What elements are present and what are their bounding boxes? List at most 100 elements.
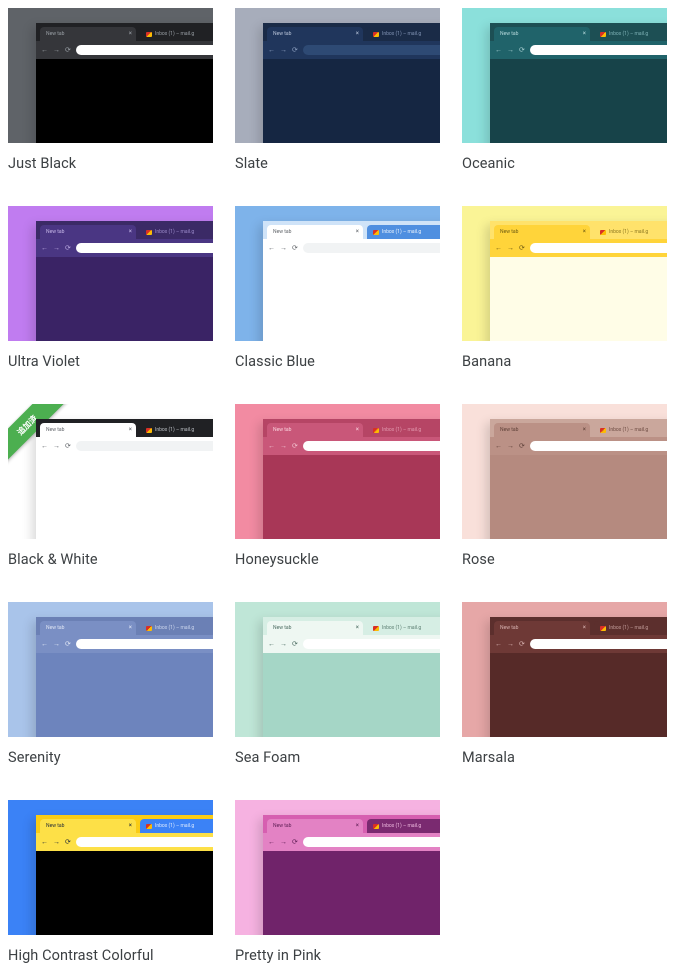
theme-title: Classic Blue [235, 353, 440, 370]
background-tab-label: Inbox (1) – mail.g [609, 625, 648, 631]
back-icon: ← [268, 245, 275, 252]
active-tab-label: New tab [273, 625, 291, 631]
toolbar: ←→⟳ [36, 635, 213, 653]
forward-icon: → [280, 443, 287, 450]
tab-strip: New tab×Inbox (1) – mail.g [263, 221, 440, 239]
active-tab: New tab× [494, 423, 590, 437]
reload-icon: ⟳ [65, 245, 71, 252]
background-tab-label: Inbox (1) – mail.g [382, 229, 421, 235]
tab-strip: New tab×Inbox (1) – mail.g [36, 419, 213, 437]
close-icon: × [129, 823, 132, 829]
omnibox [303, 837, 440, 847]
theme-thumbnail[interactable]: New tab×Inbox (1) – mail.g←→⟳ [8, 602, 213, 737]
theme-card[interactable]: New tab×Inbox (1) – mail.g←→⟳High Contra… [8, 800, 213, 964]
theme-card[interactable]: New tab×Inbox (1) – mail.g←→⟳ Marsala [462, 602, 667, 766]
theme-card[interactable]: New tab×Inbox (1) – mail.g←→⟳ Pretty in P… [235, 800, 440, 964]
tab-strip: New tab× Inbox (1) – mail.g [490, 23, 667, 41]
back-icon: ← [495, 47, 502, 54]
theme-thumbnail[interactable]: New tab×Inbox (1) – mail.g←→⟳ [8, 800, 213, 935]
page-area [490, 653, 667, 737]
browser-preview: New tab×Inbox (1) – mail.g←→⟳ [490, 419, 667, 539]
background-tab-label: Inbox (1) – mail.g [609, 31, 648, 37]
theme-thumbnail[interactable]: New tab×Inbox (1) – mail.g←→⟳ [8, 206, 213, 341]
theme-card[interactable]: 追加済New tab×Inbox (1) – mail.g←→⟳Black & … [8, 404, 213, 568]
gmail-icon [600, 32, 606, 37]
forward-icon: → [507, 47, 514, 54]
gmail-icon [600, 428, 606, 433]
background-tab-label: Inbox (1) – mail.g [155, 229, 194, 235]
page-area [36, 455, 213, 539]
active-tab: New tab× [40, 621, 136, 635]
background-tab-label: Inbox (1) – mail.g [155, 31, 194, 37]
toolbar: ←→⟳ [490, 437, 667, 455]
theme-thumbnail[interactable]: New tab×Inbox (1) – mail.g←→⟳ [462, 404, 667, 539]
active-tab-label: New tab [46, 427, 64, 433]
close-icon: × [356, 229, 359, 235]
omnibox [303, 45, 440, 55]
theme-card[interactable]: New tab×Inbox (1) – mail.g←→⟳Classic Blu… [235, 206, 440, 370]
omnibox [76, 243, 213, 253]
forward-icon: → [280, 47, 287, 54]
reload-icon: ⟳ [292, 641, 298, 648]
theme-card[interactable]: New tab×Inbox (1) – mail.g←→⟳Sea Foam [235, 602, 440, 766]
background-tab: Inbox (1) – mail.g [594, 27, 667, 41]
page-area [263, 851, 440, 935]
theme-thumbnail[interactable]: 追加済New tab×Inbox (1) – mail.g←→⟳ [8, 404, 213, 539]
themes-grid: New tab×Inbox (1) – mail.g←→⟳Just BlackN… [8, 8, 672, 964]
active-tab: New tab× [494, 27, 590, 41]
back-icon: ← [495, 245, 502, 252]
theme-card[interactable]: New tab×Inbox (1) – mail.g←→⟳Honeysuckle [235, 404, 440, 568]
theme-card[interactable]: New tab×Inbox (1) – mail.g←→⟳ Ultra Viole… [8, 206, 213, 370]
background-tab: Inbox (1) – mail.g [140, 27, 213, 41]
theme-thumbnail[interactable]: New tab×Inbox (1) – mail.g←→⟳ [462, 8, 667, 143]
back-icon: ← [495, 443, 502, 450]
active-tab-label: New tab [46, 31, 64, 37]
theme-thumbnail[interactable]: New tab×Inbox (1) – mail.g←→⟳ [235, 206, 440, 341]
browser-preview: New tab×Inbox (1) – mail.g←→⟳ [263, 617, 440, 737]
theme-card[interactable]: New tab×Inbox (1) – mail.g←→⟳Slate [235, 8, 440, 172]
theme-card[interactable]: New tab×Inbox (1) – mail.g←→⟳Serenity [8, 602, 213, 766]
background-tab: Inbox (1) – mail.g [367, 621, 440, 635]
omnibox [530, 45, 667, 55]
tab-strip: New tab×Inbox (1) – mail.g [36, 815, 213, 833]
omnibox [76, 45, 213, 55]
background-tab: Inbox (1) – mail.g [367, 27, 440, 41]
forward-icon: → [507, 443, 514, 450]
theme-title: Pretty in Pink [235, 947, 440, 964]
browser-preview: New tab×Inbox (1) – mail.g←→⟳ [36, 617, 213, 737]
forward-icon: → [280, 245, 287, 252]
toolbar: ←→⟳ [36, 833, 213, 851]
theme-thumbnail[interactable]: New tab×Inbox (1) – mail.g←→⟳ [462, 206, 667, 341]
back-icon: ← [41, 443, 48, 450]
theme-card[interactable]: New tab×Inbox (1) – mail.g←→⟳Oceanic [462, 8, 667, 172]
reload-icon: ⟳ [292, 47, 298, 54]
theme-title: Marsala [462, 749, 667, 766]
theme-thumbnail[interactable]: New tab×Inbox (1) – mail.g←→⟳ [8, 8, 213, 143]
background-tab: Inbox (1) – mail.g [140, 225, 213, 239]
background-tab-label: Inbox (1) – mail.g [382, 625, 421, 631]
page-area [36, 257, 213, 341]
theme-thumbnail[interactable]: New tab×Inbox (1) – mail.g←→⟳ [235, 404, 440, 539]
active-tab-label: New tab [273, 427, 291, 433]
theme-thumbnail[interactable]: New tab×Inbox (1) – mail.g←→⟳ [235, 602, 440, 737]
theme-thumbnail[interactable]: New tab×Inbox (1) – mail.g←→⟳ [235, 8, 440, 143]
tab-strip: New tab×Inbox (1) – mail.g [263, 23, 440, 41]
background-tab: Inbox (1) – mail.g [367, 423, 440, 437]
theme-card[interactable]: New tab×Inbox (1) – mail.g←→⟳Banana [462, 206, 667, 370]
theme-card[interactable]: New tab×Inbox (1) – mail.g←→⟳Rose [462, 404, 667, 568]
theme-card[interactable]: New tab×Inbox (1) – mail.g←→⟳Just Black [8, 8, 213, 172]
browser-preview: New tab×Inbox (1) – mail.g←→⟳ [263, 815, 440, 935]
browser-preview: New tab×Inbox (1) – mail.g←→⟳ [36, 815, 213, 935]
close-icon: × [583, 427, 586, 433]
tab-strip: New tab×Inbox (1) – mail.g [263, 815, 440, 833]
theme-title: Rose [462, 551, 667, 568]
theme-thumbnail[interactable]: New tab×Inbox (1) – mail.g←→⟳ [462, 602, 667, 737]
active-tab-label: New tab [500, 229, 518, 235]
reload-icon: ⟳ [65, 641, 71, 648]
background-tab-label: Inbox (1) – mail.g [382, 427, 421, 433]
theme-thumbnail[interactable]: New tab×Inbox (1) – mail.g←→⟳ [235, 800, 440, 935]
toolbar: ←→⟳ [36, 437, 213, 455]
reload-icon: ⟳ [65, 47, 71, 54]
background-tab: Inbox (1) – mail.g [594, 621, 667, 635]
theme-title: Ultra Violet [8, 353, 213, 370]
